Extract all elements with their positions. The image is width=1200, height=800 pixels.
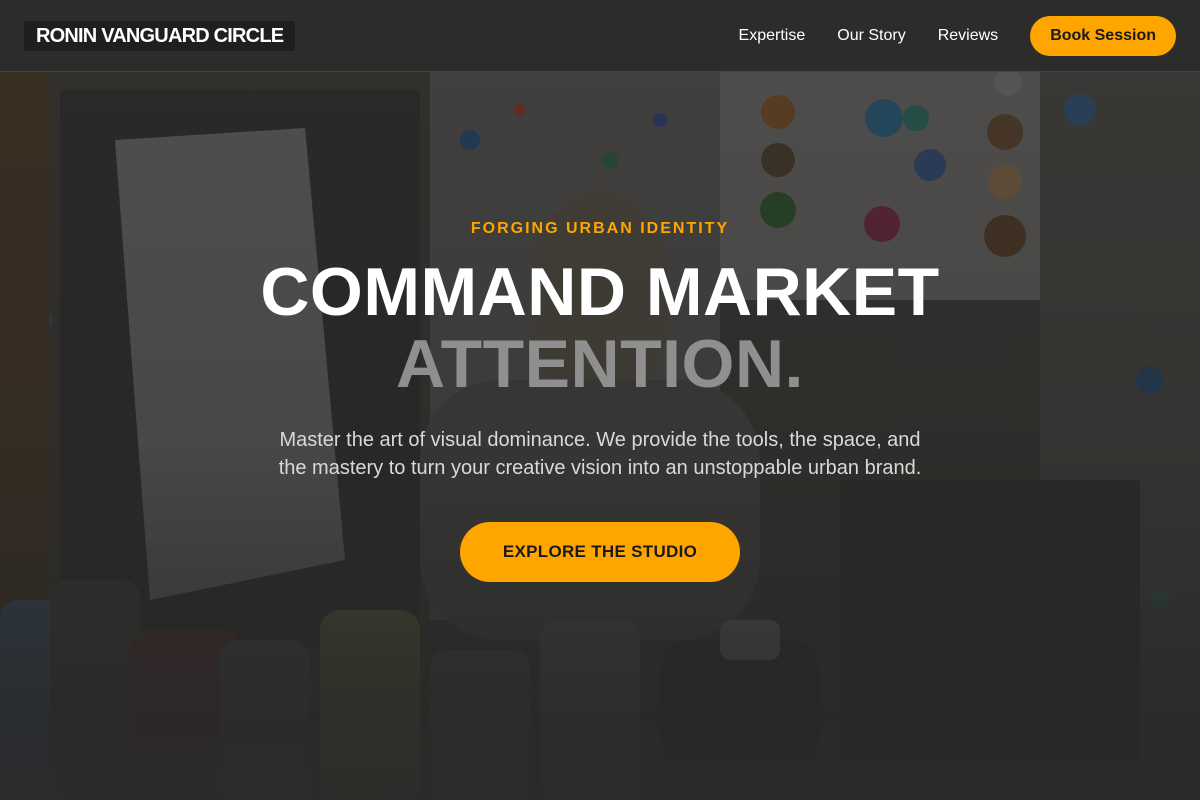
nav-link-reviews[interactable]: Reviews: [938, 27, 998, 45]
hero-headline-line-1: COMMAND MARKET: [260, 254, 940, 330]
hero-section: FORGING URBAN IDENTITY COMMAND MARKET AT…: [0, 72, 1200, 800]
brand-logo[interactable]: RONIN VANGUARD CIRCLE: [24, 20, 296, 51]
main-nav: Expertise Our Story Reviews Book Session: [707, 15, 1176, 56]
book-session-button[interactable]: Book Session: [1030, 15, 1176, 56]
hero-eyebrow: FORGING URBAN IDENTITY: [470, 220, 730, 237]
explore-studio-button[interactable]: EXPLORE THE STUDIO: [460, 522, 740, 582]
site-header: RONIN VANGUARD CIRCLE Expertise Our Stor…: [0, 0, 1200, 72]
nav-link-expertise[interactable]: Expertise: [739, 27, 806, 45]
hero-subtext: Master the art of visual dominance. We p…: [278, 429, 922, 479]
hero-headline: COMMAND MARKET ATTENTION.: [0, 256, 1200, 400]
nav-link-our-story[interactable]: Our Story: [837, 27, 905, 45]
hero-headline-line-2: ATTENTION.: [396, 326, 804, 402]
